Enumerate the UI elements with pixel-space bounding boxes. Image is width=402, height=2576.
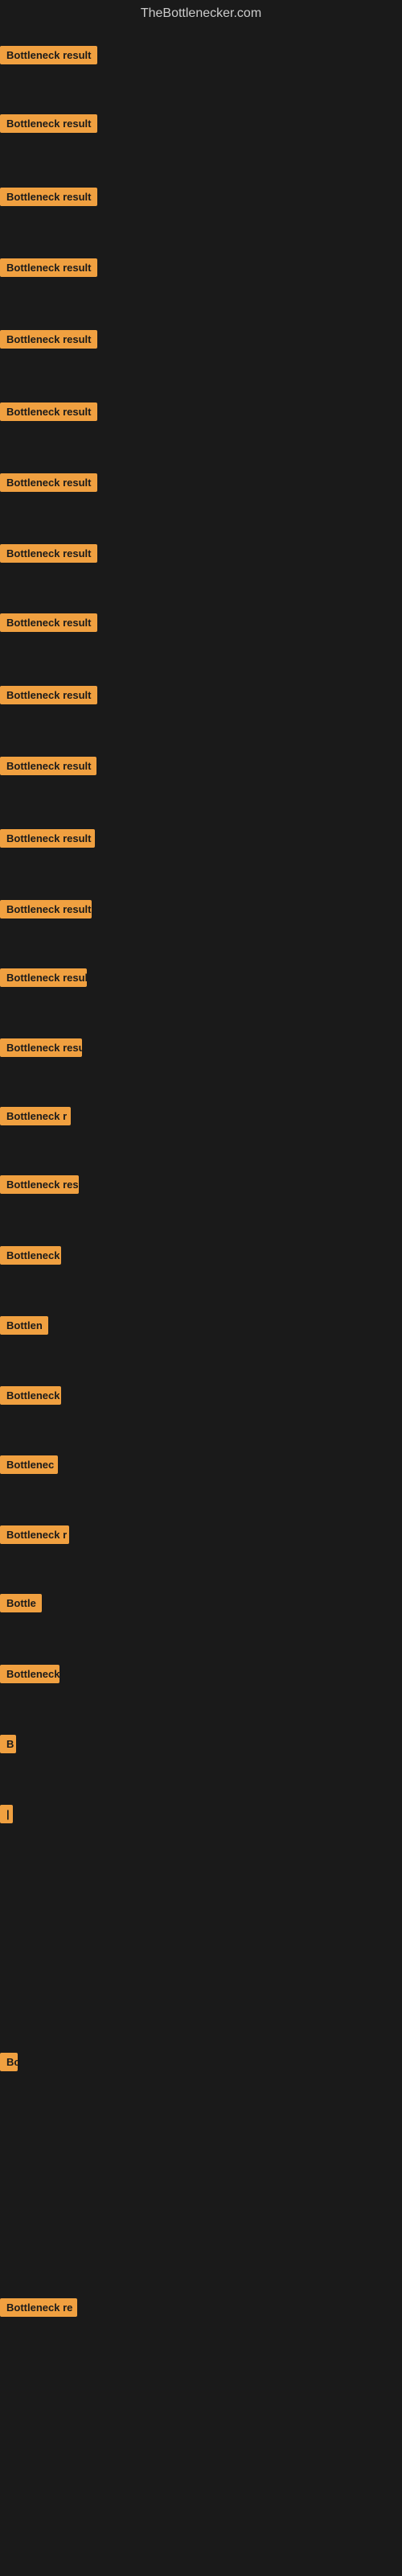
bottleneck-badge: Bottleneck bbox=[0, 1246, 61, 1265]
bottleneck-item: Bottleneck result bbox=[0, 968, 87, 991]
bottleneck-badge: Bottleneck resu bbox=[0, 1175, 79, 1194]
bottleneck-badge: Bottleneck result bbox=[0, 968, 87, 987]
bottleneck-item: Bottle bbox=[0, 1594, 42, 1616]
bottleneck-badge: Bottleneck result bbox=[0, 258, 97, 277]
bottleneck-badge: Bottleneck result bbox=[0, 46, 97, 64]
bottleneck-item: Bottleneck result bbox=[0, 757, 96, 779]
bottleneck-item: B bbox=[0, 1735, 16, 1757]
bottleneck-item: Bottleneck result bbox=[0, 613, 97, 636]
bottleneck-item: Bottleneck result bbox=[0, 829, 95, 852]
bottleneck-badge: Bottlen bbox=[0, 1316, 48, 1335]
bottleneck-badge: Bottleneck r bbox=[0, 1107, 71, 1125]
bottleneck-badge: Bottleneck result bbox=[0, 900, 92, 919]
bottleneck-item: Bottleneck re bbox=[0, 2298, 77, 2321]
bottleneck-item: Bottleneck result bbox=[0, 114, 97, 137]
bottleneck-item: Bottleneck result bbox=[0, 258, 97, 281]
bottleneck-badge: Bottleneck bbox=[0, 1386, 61, 1405]
site-title: TheBottlenecker.com bbox=[0, 0, 402, 27]
bottleneck-badge: | bbox=[0, 1805, 13, 1823]
bottleneck-badge: Bottleneck result bbox=[0, 686, 97, 704]
bottleneck-item: Bottleneck bbox=[0, 1246, 61, 1269]
bottleneck-item: Bottleneck bbox=[0, 1665, 59, 1687]
bottleneck-badge: Bottleneck re bbox=[0, 2298, 77, 2317]
bottleneck-item: Bottleneck result bbox=[0, 188, 97, 210]
bottleneck-badge: Bottleneck result bbox=[0, 188, 97, 206]
bottleneck-badge: Bottleneck bbox=[0, 1665, 59, 1683]
bottleneck-item: Bo bbox=[0, 2053, 18, 2075]
bottleneck-item: Bottleneck r bbox=[0, 1525, 69, 1548]
bottleneck-badge: Bottleneck result bbox=[0, 402, 97, 421]
bottleneck-item: Bottleneck r bbox=[0, 1107, 71, 1129]
bottleneck-item: Bottleneck result bbox=[0, 330, 97, 353]
bottleneck-badge: B bbox=[0, 1735, 16, 1753]
bottleneck-badge: Bottleneck result bbox=[0, 544, 97, 563]
bottleneck-badge: Bottlenec bbox=[0, 1455, 58, 1474]
bottleneck-badge: Bottle bbox=[0, 1594, 42, 1612]
bottleneck-badge: Bottleneck result bbox=[0, 114, 97, 133]
bottleneck-item: Bottleneck result bbox=[0, 473, 97, 496]
bottleneck-item: Bottlen bbox=[0, 1316, 48, 1339]
bottleneck-badge: Bottleneck result bbox=[0, 829, 95, 848]
bottleneck-item: Bottleneck result bbox=[0, 402, 97, 425]
bottleneck-item: Bottlenec bbox=[0, 1455, 58, 1478]
bottleneck-badge: Bottleneck result bbox=[0, 613, 97, 632]
bottleneck-badge: Bottleneck result bbox=[0, 473, 97, 492]
bottleneck-badge: Bottleneck r bbox=[0, 1525, 69, 1544]
bottleneck-item: Bottleneck result bbox=[0, 686, 97, 708]
bottleneck-item: Bottleneck bbox=[0, 1386, 61, 1409]
bottleneck-item: Bottleneck result bbox=[0, 46, 97, 68]
bottleneck-badge: Bo bbox=[0, 2053, 18, 2071]
bottleneck-badge: Bottleneck result bbox=[0, 757, 96, 775]
bottleneck-badge: Bottleneck result bbox=[0, 330, 97, 349]
bottleneck-item: Bottleneck resul bbox=[0, 1038, 82, 1061]
bottleneck-item: Bottleneck result bbox=[0, 900, 92, 923]
bottleneck-item: | bbox=[0, 1805, 13, 1827]
bottleneck-item: Bottleneck resu bbox=[0, 1175, 79, 1198]
bottleneck-badge: Bottleneck resul bbox=[0, 1038, 82, 1057]
bottleneck-item: Bottleneck result bbox=[0, 544, 97, 567]
